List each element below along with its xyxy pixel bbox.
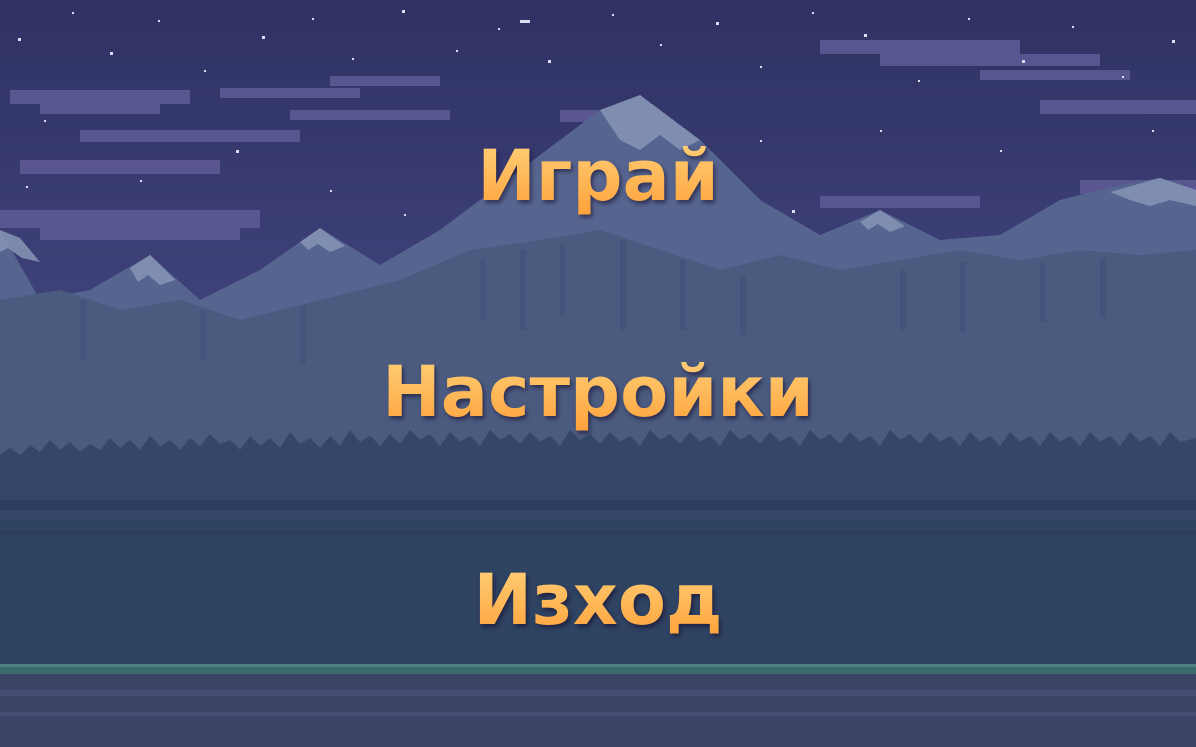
main-menu-screen: Играй Настройки Изход [0,0,1196,747]
settings-button[interactable]: Настройки [0,352,1196,432]
exit-button[interactable]: Изход [0,560,1196,640]
main-menu: Играй Настройки Изход [0,0,1196,747]
play-button[interactable]: Играй [0,136,1196,216]
